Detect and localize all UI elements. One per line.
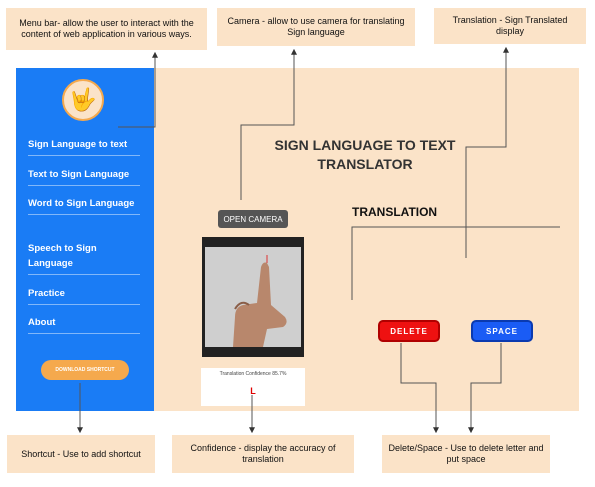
connector-arrows bbox=[77, 46, 560, 434]
